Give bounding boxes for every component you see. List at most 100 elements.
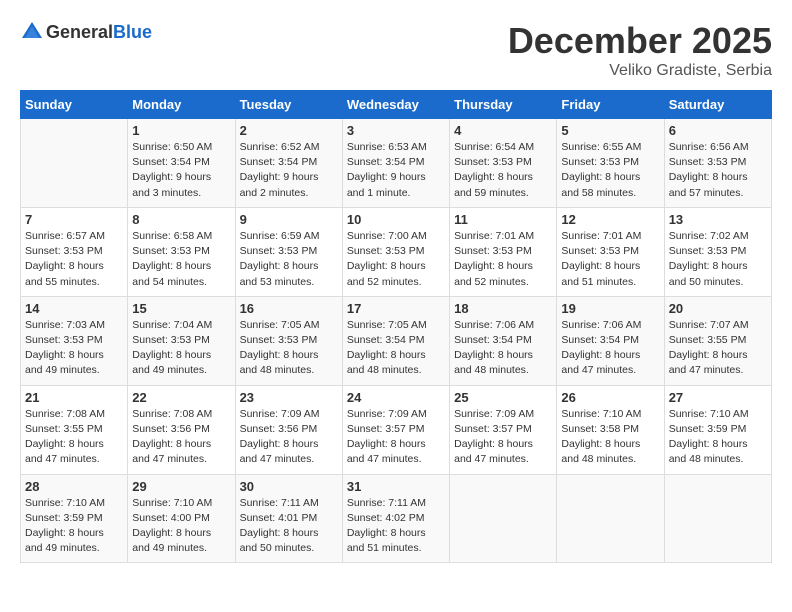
day-number: 9 (240, 212, 338, 227)
day-number: 7 (25, 212, 123, 227)
day-number: 16 (240, 301, 338, 316)
day-number: 11 (454, 212, 552, 227)
calendar-week-row: 21 Sunrise: 7:08 AM Sunset: 3:55 PM Dayli… (21, 385, 772, 474)
day-info: Sunrise: 7:07 AM Sunset: 3:55 PM Dayligh… (669, 318, 767, 379)
day-info: Sunrise: 7:09 AM Sunset: 3:57 PM Dayligh… (347, 407, 445, 468)
calendar-cell: 3Sunrise: 6:53 AM Sunset: 3:54 PM Daylig… (342, 119, 449, 208)
calendar-cell (450, 474, 557, 563)
day-info: Sunrise: 7:10 AM Sunset: 3:59 PM Dayligh… (25, 496, 123, 557)
logo-text-general: General (46, 22, 113, 42)
day-number: 2 (240, 123, 338, 138)
weekday-header: Sunday (21, 91, 128, 119)
calendar-table: SundayMondayTuesdayWednesdayThursdayFrid… (20, 90, 772, 563)
day-number: 27 (669, 390, 767, 405)
title-area: December 2025 Veliko Gradiste, Serbia (508, 20, 772, 80)
day-number: 17 (347, 301, 445, 316)
calendar-cell: 20 Sunrise: 7:07 AM Sunset: 3:55 PM Dayli… (664, 296, 771, 385)
day-info: Sunrise: 7:10 AM Sunset: 3:59 PM Dayligh… (669, 407, 767, 468)
day-info: Sunrise: 7:00 AM Sunset: 3:53 PM Dayligh… (347, 229, 445, 290)
day-info: Sunrise: 6:56 AM Sunset: 3:53 PM Dayligh… (669, 140, 767, 201)
day-number: 19 (561, 301, 659, 316)
day-info: Sunrise: 7:06 AM Sunset: 3:54 PM Dayligh… (561, 318, 659, 379)
day-info: Sunrise: 7:10 AM Sunset: 4:00 PM Dayligh… (132, 496, 230, 557)
day-number: 23 (240, 390, 338, 405)
day-number: 13 (669, 212, 767, 227)
calendar-cell: 17Sunrise: 7:05 AM Sunset: 3:54 PM Dayli… (342, 296, 449, 385)
logo-text-blue: Blue (113, 22, 152, 42)
day-info: Sunrise: 7:11 AM Sunset: 4:02 PM Dayligh… (347, 496, 445, 557)
day-number: 3 (347, 123, 445, 138)
calendar-cell: 6 Sunrise: 6:56 AM Sunset: 3:53 PM Daylig… (664, 119, 771, 208)
calendar-cell: 27 Sunrise: 7:10 AM Sunset: 3:59 PM Dayli… (664, 385, 771, 474)
calendar-cell (557, 474, 664, 563)
day-info: Sunrise: 7:01 AM Sunset: 3:53 PM Dayligh… (561, 229, 659, 290)
calendar-cell: 11 Sunrise: 7:01 AM Sunset: 3:53 PM Dayli… (450, 207, 557, 296)
calendar-cell: 19 Sunrise: 7:06 AM Sunset: 3:54 PM Dayli… (557, 296, 664, 385)
day-info: Sunrise: 7:02 AM Sunset: 3:53 PM Dayligh… (669, 229, 767, 290)
day-number: 18 (454, 301, 552, 316)
calendar-cell: 10 Sunrise: 7:00 AM Sunset: 3:53 PM Dayli… (342, 207, 449, 296)
day-number: 1 (132, 123, 230, 138)
day-number: 6 (669, 123, 767, 138)
calendar-cell: 16 Sunrise: 7:05 AM Sunset: 3:53 PM Dayli… (235, 296, 342, 385)
logo: GeneralBlue (20, 20, 152, 44)
day-number: 20 (669, 301, 767, 316)
calendar-cell: 15 Sunrise: 7:04 AM Sunset: 3:53 PM Dayli… (128, 296, 235, 385)
day-number: 22 (132, 390, 230, 405)
day-number: 10 (347, 212, 445, 227)
day-info: Sunrise: 7:04 AM Sunset: 3:53 PM Dayligh… (132, 318, 230, 379)
calendar-week-row: 28 Sunrise: 7:10 AM Sunset: 3:59 PM Dayli… (21, 474, 772, 563)
day-info: Sunrise: 6:54 AM Sunset: 3:53 PM Dayligh… (454, 140, 552, 201)
day-info: Sunrise: 6:59 AM Sunset: 3:53 PM Dayligh… (240, 229, 338, 290)
calendar-cell: 24Sunrise: 7:09 AM Sunset: 3:57 PM Dayli… (342, 385, 449, 474)
calendar-cell: 21 Sunrise: 7:08 AM Sunset: 3:55 PM Dayli… (21, 385, 128, 474)
day-info: Sunrise: 7:09 AM Sunset: 3:57 PM Dayligh… (454, 407, 552, 468)
calendar-week-row: 7Sunrise: 6:57 AM Sunset: 3:53 PM Daylig… (21, 207, 772, 296)
calendar-cell (21, 119, 128, 208)
calendar-cell: 12 Sunrise: 7:01 AM Sunset: 3:53 PM Dayli… (557, 207, 664, 296)
calendar-cell: 23 Sunrise: 7:09 AM Sunset: 3:56 PM Dayli… (235, 385, 342, 474)
weekday-header: Tuesday (235, 91, 342, 119)
day-info: Sunrise: 6:50 AM Sunset: 3:54 PM Dayligh… (132, 140, 230, 201)
day-info: Sunrise: 7:08 AM Sunset: 3:55 PM Dayligh… (25, 407, 123, 468)
calendar-cell: 30Sunrise: 7:11 AM Sunset: 4:01 PM Dayli… (235, 474, 342, 563)
weekday-header: Friday (557, 91, 664, 119)
day-number: 31 (347, 479, 445, 494)
day-info: Sunrise: 7:05 AM Sunset: 3:53 PM Dayligh… (240, 318, 338, 379)
day-info: Sunrise: 7:09 AM Sunset: 3:56 PM Dayligh… (240, 407, 338, 468)
month-title: December 2025 (508, 20, 772, 62)
calendar-cell: 7Sunrise: 6:57 AM Sunset: 3:53 PM Daylig… (21, 207, 128, 296)
calendar-cell: 4 Sunrise: 6:54 AM Sunset: 3:53 PM Daylig… (450, 119, 557, 208)
day-info: Sunrise: 6:58 AM Sunset: 3:53 PM Dayligh… (132, 229, 230, 290)
weekday-header: Monday (128, 91, 235, 119)
calendar-cell: 1 Sunrise: 6:50 AM Sunset: 3:54 PM Daylig… (128, 119, 235, 208)
calendar-cell: 8 Sunrise: 6:58 AM Sunset: 3:53 PM Daylig… (128, 207, 235, 296)
calendar-cell: 13 Sunrise: 7:02 AM Sunset: 3:53 PM Dayli… (664, 207, 771, 296)
weekday-header: Thursday (450, 91, 557, 119)
day-number: 21 (25, 390, 123, 405)
page-header: GeneralBlue December 2025 Veliko Gradist… (20, 20, 772, 80)
day-number: 12 (561, 212, 659, 227)
day-info: Sunrise: 6:52 AM Sunset: 3:54 PM Dayligh… (240, 140, 338, 201)
day-number: 8 (132, 212, 230, 227)
calendar-week-row: 14Sunrise: 7:03 AM Sunset: 3:53 PM Dayli… (21, 296, 772, 385)
day-number: 29 (132, 479, 230, 494)
calendar-cell: 9 Sunrise: 6:59 AM Sunset: 3:53 PM Daylig… (235, 207, 342, 296)
calendar-cell: 5Sunrise: 6:55 AM Sunset: 3:53 PM Daylig… (557, 119, 664, 208)
day-number: 28 (25, 479, 123, 494)
day-info: Sunrise: 7:03 AM Sunset: 3:53 PM Dayligh… (25, 318, 123, 379)
logo-icon (20, 20, 44, 44)
day-number: 15 (132, 301, 230, 316)
calendar-cell: 14Sunrise: 7:03 AM Sunset: 3:53 PM Dayli… (21, 296, 128, 385)
day-info: Sunrise: 7:06 AM Sunset: 3:54 PM Dayligh… (454, 318, 552, 379)
calendar-cell: 2 Sunrise: 6:52 AM Sunset: 3:54 PM Daylig… (235, 119, 342, 208)
calendar-cell: 31 Sunrise: 7:11 AM Sunset: 4:02 PM Dayli… (342, 474, 449, 563)
day-info: Sunrise: 7:01 AM Sunset: 3:53 PM Dayligh… (454, 229, 552, 290)
day-info: Sunrise: 7:10 AM Sunset: 3:58 PM Dayligh… (561, 407, 659, 468)
weekday-header: Wednesday (342, 91, 449, 119)
day-number: 4 (454, 123, 552, 138)
day-number: 25 (454, 390, 552, 405)
day-number: 30 (240, 479, 338, 494)
calendar-cell: 29 Sunrise: 7:10 AM Sunset: 4:00 PM Dayli… (128, 474, 235, 563)
calendar-cell (664, 474, 771, 563)
